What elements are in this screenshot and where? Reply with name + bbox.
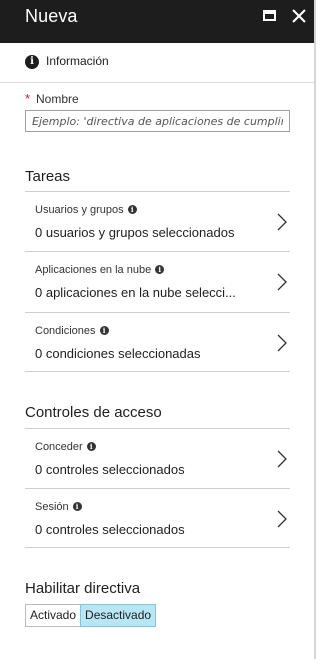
- required-marker: *: [25, 91, 31, 106]
- info-icon: i: [86, 442, 96, 451]
- toolbar: i Información: [0, 43, 314, 83]
- enable-policy-title: Habilitar directiva: [25, 580, 141, 597]
- row-grant-label: Conceder: [35, 441, 83, 453]
- toggle-option-off[interactable]: Desactivado: [80, 604, 157, 627]
- row-cloud-apps[interactable]: Aplicaciones en la nube i 0 aplicaciones …: [25, 251, 290, 311]
- row-grant-value: 0 controles seleccionados: [35, 462, 185, 477]
- chevron-right-icon: [277, 273, 287, 291]
- enable-policy-toggle: Activado Desactivado: [25, 604, 157, 627]
- toggle-option-on[interactable]: Activado: [25, 604, 81, 627]
- chevron-right-icon: [277, 450, 287, 468]
- chevron-right-icon: [277, 510, 287, 528]
- row-conditions-label: Condiciones: [35, 325, 96, 337]
- row-cloud-apps-value: 0 aplicaciones en la nube selecci...: [35, 285, 236, 300]
- maximize-icon: [263, 10, 276, 21]
- tasks-section-title: Tareas: [25, 168, 71, 185]
- panel-title: Nueva: [25, 6, 78, 26]
- row-session-value: 0 controles seleccionados: [35, 522, 185, 537]
- name-label: Nombre: [36, 92, 79, 106]
- info-icon: i: [72, 502, 82, 511]
- chevron-right-icon: [277, 334, 287, 352]
- access-controls-section-title: Controles de acceso: [25, 404, 162, 421]
- row-users-groups-label: Usuarios y grupos: [35, 204, 124, 216]
- info-icon: i: [25, 55, 39, 69]
- maximize-button[interactable]: [261, 7, 279, 25]
- row-grant[interactable]: Conceder i 0 controles seleccionados: [25, 428, 290, 488]
- close-icon: [292, 9, 306, 23]
- row-conditions-value: 0 condiciones seleccionadas: [35, 346, 201, 361]
- panel-edge: [314, 0, 316, 659]
- row-session-label: Sesión: [35, 501, 69, 513]
- close-button[interactable]: [290, 7, 308, 25]
- info-icon: i: [127, 205, 137, 214]
- row-users-groups[interactable]: Usuarios y grupos i 0 usuarios y grupos s…: [25, 191, 290, 251]
- row-cloud-apps-label: Aplicaciones en la nube: [35, 264, 152, 276]
- name-input[interactable]: [25, 110, 290, 132]
- row-conditions[interactable]: Condiciones i 0 condiciones seleccionadas: [25, 312, 290, 372]
- info-icon: i: [99, 326, 109, 335]
- row-session[interactable]: Sesión i 0 controles seleccionados: [25, 488, 290, 548]
- row-users-groups-value: 0 usuarios y grupos seleccionados: [35, 225, 235, 240]
- info-icon: i: [155, 265, 165, 274]
- panel-header: Nueva: [0, 0, 316, 43]
- chevron-right-icon: [277, 213, 287, 231]
- info-label: Información: [46, 54, 109, 68]
